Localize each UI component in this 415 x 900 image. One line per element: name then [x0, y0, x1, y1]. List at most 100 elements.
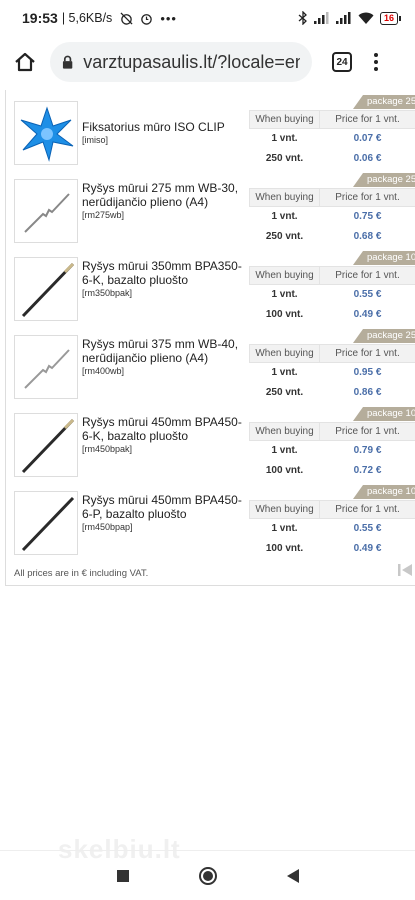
notification-icons: •••	[120, 11, 177, 26]
quantity-cell: 1 vnt.	[271, 367, 298, 379]
product-name[interactable]: Ryšys mūrui 375 mm WB-40, nerūdijančio p…	[82, 337, 242, 365]
basalt-tie-image	[21, 496, 75, 552]
package-badge: package 250	[353, 329, 415, 343]
price-table: When buying Price for 1 vnt. 1 vnt. 0.95…	[249, 344, 415, 403]
when-buying-header: When buying	[249, 266, 320, 285]
product-image[interactable]	[14, 335, 78, 399]
price-header: Price for 1 vnt.	[319, 110, 415, 129]
price-cell: 0.06 €	[353, 153, 382, 164]
price-cell: 0.75 €	[353, 211, 382, 223]
product-name[interactable]: Ryšys mūrui 350mm BPA350-6-K, bazalto pl…	[82, 259, 242, 287]
price-cell: 0.07 €	[353, 133, 382, 145]
quantity-cell: 100 vnt.	[265, 465, 304, 476]
network-speed: | 5,6KB/s	[61, 11, 113, 25]
when-buying-header: When buying	[249, 188, 320, 207]
url-text: varztupasaulis.lt/?locale=en?	[83, 51, 300, 72]
product-code: [rm400wb]	[82, 366, 125, 376]
battery-level: 16	[379, 11, 398, 25]
tab-switcher-button[interactable]: 24	[332, 52, 352, 72]
price-table: When buying Price for 1 vnt. 1 vnt. 0.75…	[249, 188, 415, 247]
price-header: Price for 1 vnt.	[319, 500, 415, 519]
price-table: When buying Price for 1 vnt. 1 vnt. 0.55…	[249, 500, 415, 559]
when-buying-header: When buying	[249, 422, 320, 441]
product-code: [rm350bpak]	[82, 288, 133, 298]
price-header: Price for 1 vnt.	[319, 422, 415, 441]
price-cell: 0.79 €	[353, 445, 382, 457]
address-bar[interactable]: varztupasaulis.lt/?locale=en?	[50, 42, 312, 82]
home-button[interactable]	[0, 40, 50, 84]
package-badge: package 100	[353, 251, 415, 265]
product-image[interactable]	[14, 491, 78, 555]
product-name[interactable]: Fiksatorius mūro ISO CLIP	[82, 120, 242, 134]
quantity-cell: 100 vnt.	[265, 309, 304, 320]
product-item: Ryšys mūrui 450mm BPA450-6-P, bazalto pl…	[6, 480, 415, 558]
quantity-cell: 250 vnt.	[265, 231, 304, 242]
package-badge: package 100	[353, 407, 415, 421]
price-cell: 0.49 €	[353, 543, 382, 554]
alarm-icon	[141, 13, 153, 25]
product-list: Fiksatorius mūro ISO CLIP [imiso] packag…	[5, 90, 415, 586]
more-notifications-icon: •••	[160, 10, 177, 26]
iso-clip-image	[20, 106, 74, 162]
quantity-cell: 100 vnt.	[265, 543, 304, 554]
clock: 19:53	[22, 10, 58, 26]
system-icons: 16	[298, 11, 401, 25]
browser-toolbar: varztupasaulis.lt/?locale=en? 24	[0, 40, 415, 84]
quantity-cell: 1 vnt.	[271, 289, 298, 301]
status-bar: 19:53 | 5,6KB/s ••• 16	[0, 0, 415, 36]
product-name[interactable]: Ryšys mūrui 275 mm WB-30, nerūdijančio p…	[82, 181, 242, 209]
android-nav-bar	[0, 850, 415, 900]
recents-icon[interactable]	[116, 869, 130, 883]
package-badge: package 250	[353, 173, 415, 187]
product-code: [rm450bpak]	[82, 444, 133, 454]
back-icon[interactable]	[286, 868, 300, 884]
product-name[interactable]: Ryšys mūrui 450mm BPA450-6-K, bazalto pl…	[82, 415, 242, 443]
price-table: When buying Price for 1 vnt. 1 vnt. 0.07…	[249, 110, 415, 169]
price-header: Price for 1 vnt.	[319, 344, 415, 363]
product-image[interactable]	[14, 101, 78, 165]
when-buying-header: When buying	[249, 344, 320, 363]
basalt-tie-image	[21, 262, 75, 318]
signal-icon	[335, 12, 351, 24]
scroll-to-top-icon[interactable]	[397, 562, 413, 578]
product-code: [rm275wb]	[82, 210, 125, 220]
product-image[interactable]	[14, 413, 78, 477]
quantity-cell: 250 vnt.	[265, 387, 304, 398]
price-header: Price for 1 vnt.	[319, 266, 415, 285]
price-cell: 0.68 €	[353, 231, 382, 242]
price-cell: 0.55 €	[353, 523, 382, 535]
when-buying-header: When buying	[249, 110, 320, 129]
home-icon	[15, 52, 35, 72]
browser-menu-button[interactable]	[374, 53, 378, 71]
product-code: [imiso]	[82, 135, 109, 145]
wall-tie-image	[24, 193, 70, 233]
battery-icon: 16	[379, 11, 401, 25]
product-image[interactable]	[14, 179, 78, 243]
product-code: [rm450bpap]	[82, 522, 133, 532]
when-buying-header: When buying	[249, 500, 320, 519]
home-nav-icon[interactable]	[198, 866, 218, 886]
price-cell: 0.95 €	[353, 367, 382, 379]
quantity-cell: 1 vnt.	[271, 523, 298, 535]
product-item: Ryšys mūrui 375 mm WB-40, nerūdijančio p…	[6, 324, 415, 402]
wall-tie-image	[24, 349, 70, 389]
price-cell: 0.86 €	[353, 387, 382, 398]
wifi-icon	[358, 12, 374, 24]
price-cell: 0.55 €	[353, 289, 382, 301]
alarm-off-icon	[120, 11, 133, 25]
quantity-cell: 1 vnt.	[271, 133, 298, 145]
product-item: Ryšys mūrui 450mm BPA450-6-K, bazalto pl…	[6, 402, 415, 480]
package-badge: package 100	[353, 485, 415, 499]
product-item: Ryšys mūrui 350mm BPA350-6-K, bazalto pl…	[6, 246, 415, 324]
product-item: Fiksatorius mūro ISO CLIP [imiso] packag…	[6, 90, 415, 168]
price-cell: 0.49 €	[353, 309, 382, 320]
price-table: When buying Price for 1 vnt. 1 vnt. 0.55…	[249, 266, 415, 325]
quantity-cell: 1 vnt.	[271, 211, 298, 223]
product-name[interactable]: Ryšys mūrui 450mm BPA450-6-P, bazalto pl…	[82, 493, 242, 521]
quantity-cell: 1 vnt.	[271, 445, 298, 457]
product-item: Ryšys mūrui 275 mm WB-30, nerūdijančio p…	[6, 168, 415, 246]
bluetooth-icon	[298, 11, 307, 25]
product-image[interactable]	[14, 257, 78, 321]
vat-note: All prices are in € including VAT.	[14, 568, 149, 579]
lock-icon	[62, 55, 73, 69]
